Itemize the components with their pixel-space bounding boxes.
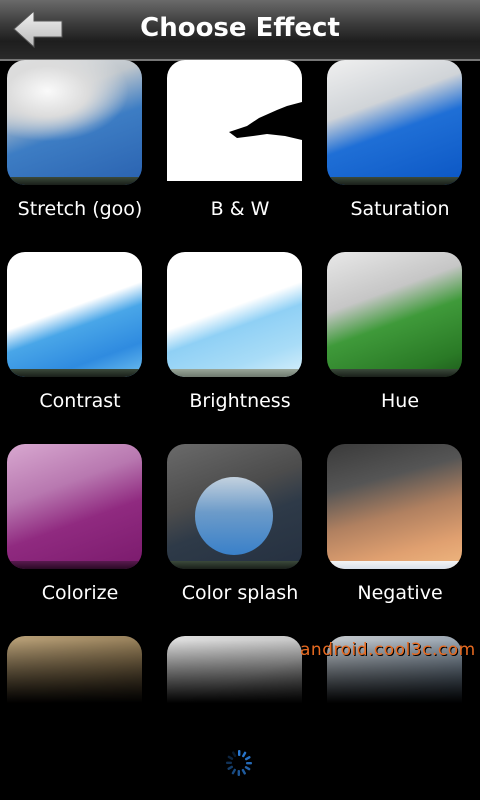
effect-thumbnail: [7, 444, 142, 569]
effect-label: Contrast: [39, 390, 121, 412]
effect-contrast[interactable]: Contrast: [0, 252, 160, 444]
effect-label: Stretch (goo): [17, 198, 143, 220]
watermark-text: android.cool3c.com: [300, 640, 476, 660]
effect-label: Hue: [380, 390, 420, 412]
title-bar: Choose Effect: [0, 0, 480, 61]
effect-thumbnail: [327, 252, 462, 377]
effect-label: B & W: [210, 198, 270, 220]
effect-hue[interactable]: Hue: [320, 252, 480, 444]
effect-saturation[interactable]: Saturation: [320, 60, 480, 252]
effect-label: Negative: [357, 582, 443, 604]
effect-thumbnail: [167, 444, 302, 569]
effect-thumbnail: [167, 252, 302, 377]
effect-label: Saturation: [350, 198, 450, 220]
effect-label: Color splash: [181, 582, 299, 604]
effect-color-splash[interactable]: Color splash: [160, 444, 320, 636]
effect-thumbnail: [7, 60, 142, 185]
effect-negative[interactable]: Negative: [320, 444, 480, 636]
effect-thumbnail: [327, 444, 462, 569]
loading-spinner-icon: [226, 750, 252, 776]
page-title: Choose Effect: [140, 13, 340, 43]
effect-stretch-goo[interactable]: Stretch (goo): [0, 60, 160, 252]
effect-bw[interactable]: B & W: [160, 60, 320, 252]
effect-thumbnail: [7, 252, 142, 377]
effect-label: Brightness: [189, 390, 291, 412]
effect-brightness[interactable]: Brightness: [160, 252, 320, 444]
effect-label: Colorize: [41, 582, 119, 604]
effect-thumbnail: [327, 60, 462, 185]
effect-colorize[interactable]: Colorize: [0, 444, 160, 636]
effect-thumbnail: [167, 60, 302, 185]
effects-grid: Stretch (goo) B & W Saturation Contrast …: [0, 60, 480, 720]
